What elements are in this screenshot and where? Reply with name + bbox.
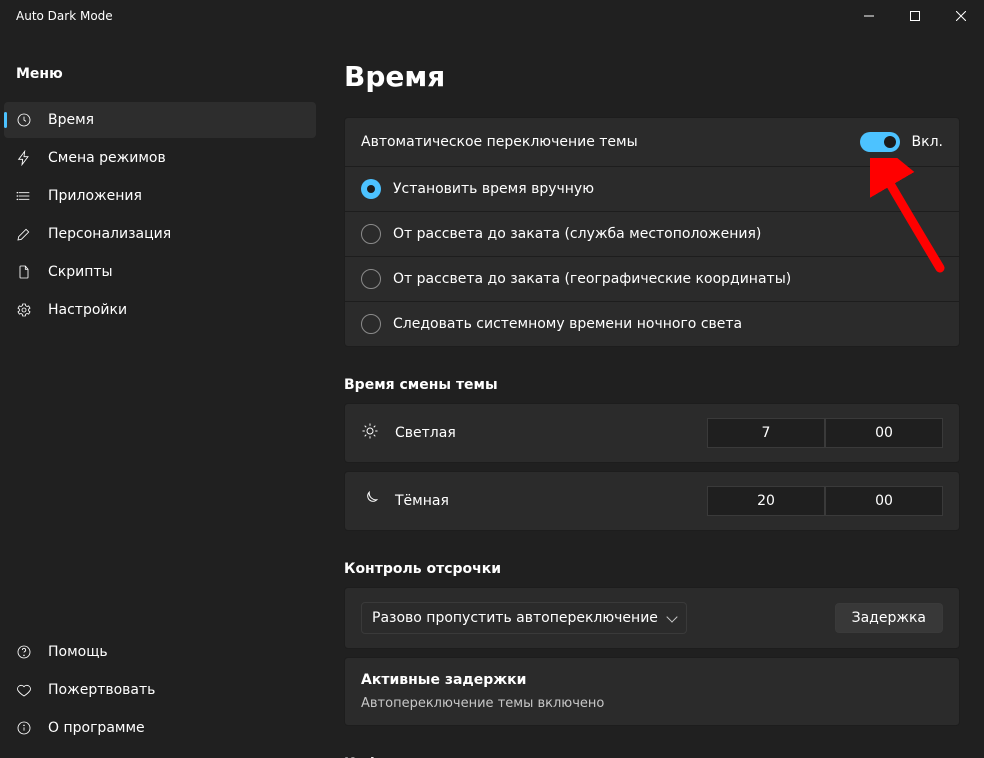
postpone-section: Контроль отсрочки: [344, 539, 960, 587]
sidebar-item-about[interactable]: О программе: [4, 710, 316, 746]
sidebar-item-label: Скрипты: [48, 264, 113, 280]
mode-coords[interactable]: От рассвета до заката (географические ко…: [345, 256, 959, 301]
info-icon: [16, 720, 32, 736]
sidebar-item-donate[interactable]: Пожертвовать: [4, 672, 316, 708]
sidebar-item-label: Время: [48, 112, 94, 128]
delay-button[interactable]: Задержка: [835, 603, 943, 633]
sidebar-item-label: Настройки: [48, 302, 127, 318]
heart-icon: [16, 682, 32, 698]
auto-switch-toggle[interactable]: [860, 132, 900, 152]
chevron-down-icon: [666, 611, 677, 622]
info-section: Информация: [344, 734, 960, 758]
sidebar-item-label: Смена режимов: [48, 150, 166, 166]
sidebar-item-personalization[interactable]: Персонализация: [4, 216, 316, 252]
document-icon: [16, 264, 32, 280]
mode-nightlight[interactable]: Следовать системному времени ночного све…: [345, 301, 959, 346]
sidebar-item-label: Приложения: [48, 188, 142, 204]
titlebar: Auto Dark Mode: [0, 0, 984, 32]
light-label: Светлая: [395, 425, 456, 441]
radio-icon: [361, 314, 381, 334]
mode-location[interactable]: От рассвета до заката (служба местополож…: [345, 211, 959, 256]
list-icon: [16, 188, 32, 204]
help-icon: [16, 644, 32, 660]
mode-label: Следовать системному времени ночного све…: [393, 316, 742, 332]
status-card: Активные задержки Автопереключение темы …: [344, 657, 960, 726]
sidebar-item-label: Персонализация: [48, 226, 171, 242]
brush-icon: [16, 226, 32, 242]
theme-time-section: Время смены темы: [344, 355, 960, 403]
status-sub: Автопереключение темы включено: [361, 696, 943, 711]
sidebar-item-help[interactable]: Помощь: [4, 634, 316, 670]
minimize-button[interactable]: [846, 0, 892, 32]
postpone-dropdown[interactable]: Разово пропустить автопереключение: [361, 602, 687, 634]
sidebar-item-label: Пожертвовать: [48, 682, 155, 698]
light-time-card: Светлая 7 00: [344, 403, 960, 463]
window-title: Auto Dark Mode: [16, 9, 113, 23]
window-controls: [846, 0, 984, 32]
mode-label: От рассвета до заката (служба местополож…: [393, 226, 761, 242]
light-minute-input[interactable]: 00: [825, 418, 943, 448]
dropdown-value: Разово пропустить автопереключение: [372, 610, 658, 626]
radio-icon: [361, 224, 381, 244]
content: Время Автоматическое переключение темы В…: [320, 32, 984, 758]
close-button[interactable]: [938, 0, 984, 32]
dark-hour-input[interactable]: 20: [707, 486, 825, 516]
dark-time-card: Тёмная 20 00: [344, 471, 960, 531]
auto-switch-card: Автоматическое переключение темы Вкл. Ус…: [344, 117, 960, 347]
sidebar-item-label: Помощь: [48, 644, 108, 660]
sidebar-item-scripts[interactable]: Скрипты: [4, 254, 316, 290]
dark-minute-input[interactable]: 00: [825, 486, 943, 516]
light-hour-input[interactable]: 7: [707, 418, 825, 448]
sidebar-item-modes[interactable]: Смена режимов: [4, 140, 316, 176]
page-title: Время: [344, 32, 960, 117]
radio-icon: [361, 269, 381, 289]
postpone-card: Разово пропустить автопереключение Задер…: [344, 587, 960, 649]
sidebar-item-time[interactable]: Время: [4, 102, 316, 138]
radio-selected-icon: [361, 179, 381, 199]
sidebar-item-label: О программе: [48, 720, 145, 736]
mode-label: Установить время вручную: [393, 181, 594, 197]
sidebar-item-apps[interactable]: Приложения: [4, 178, 316, 214]
auto-switch-label: Автоматическое переключение темы: [361, 134, 638, 150]
mode-manual[interactable]: Установить время вручную: [345, 166, 959, 211]
status-title: Активные задержки: [361, 672, 943, 688]
sidebar-header: Меню: [0, 40, 320, 98]
moon-icon: [361, 490, 379, 512]
mode-label: От рассвета до заката (географические ко…: [393, 271, 791, 287]
bolt-icon: [16, 150, 32, 166]
sidebar-item-settings[interactable]: Настройки: [4, 292, 316, 328]
toggle-state-text: Вкл.: [912, 134, 943, 150]
gear-icon: [16, 302, 32, 318]
sun-icon: [361, 422, 379, 444]
sidebar: Меню Время Смена режимов Приложения: [0, 32, 320, 758]
maximize-button[interactable]: [892, 0, 938, 32]
dark-label: Тёмная: [395, 493, 449, 509]
clock-icon: [16, 112, 32, 128]
